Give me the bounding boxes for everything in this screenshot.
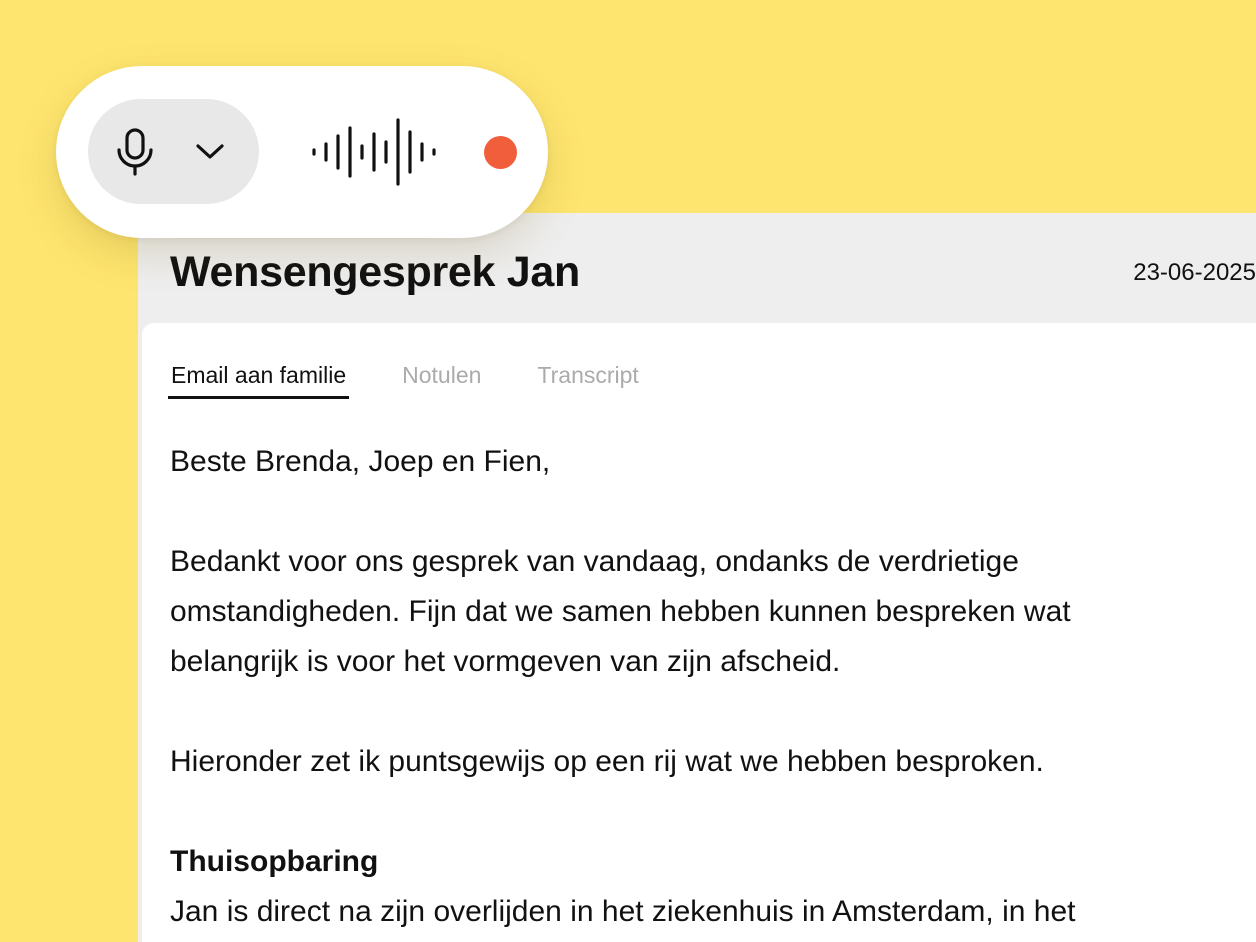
email-paragraph-line: omstandigheden. Fijn dat we samen hebben… <box>170 595 1071 628</box>
email-greeting: Beste Brenda, Joep en Fien, <box>170 445 551 478</box>
chevron-down-icon <box>196 144 224 159</box>
microphone-selector-button[interactable] <box>88 99 259 204</box>
email-body[interactable]: Beste Brenda, Joep en Fien, Bedankt voor… <box>170 437 1230 937</box>
email-paragraph: Hieronder zet ik puntsgewijs op een rij … <box>170 745 1044 778</box>
microphone-icon <box>117 128 153 176</box>
document-window: Wensengesprek Jan 23-06-2025 Email aan f… <box>138 213 1256 942</box>
tab-bar: Email aan familie Notulen Transcript <box>168 361 692 399</box>
tab-notulen[interactable]: Notulen <box>399 361 484 396</box>
audio-waveform-icon <box>312 118 436 186</box>
section-heading: Thuisopbaring <box>170 845 379 878</box>
document-date: 23-06-2025 <box>1133 259 1256 286</box>
email-paragraph-line: Bedankt voor ons gesprek van vandaag, on… <box>170 545 1019 578</box>
recorder-widget <box>56 66 548 238</box>
document-card: Email aan familie Notulen Transcript Bes… <box>142 323 1256 942</box>
tab-transcript[interactable]: Transcript <box>534 361 641 396</box>
document-title: Wensengesprek Jan <box>170 248 580 296</box>
email-paragraph-line: belangrijk is voor het vormgeven van zij… <box>170 645 841 678</box>
recording-indicator-icon[interactable] <box>484 136 517 169</box>
section-text: Jan is direct na zijn overlijden in het … <box>170 895 1076 928</box>
email-paragraph: Bedankt voor ons gesprek van vandaag, on… <box>170 537 1230 687</box>
tab-email-aan-familie[interactable]: Email aan familie <box>168 361 350 399</box>
